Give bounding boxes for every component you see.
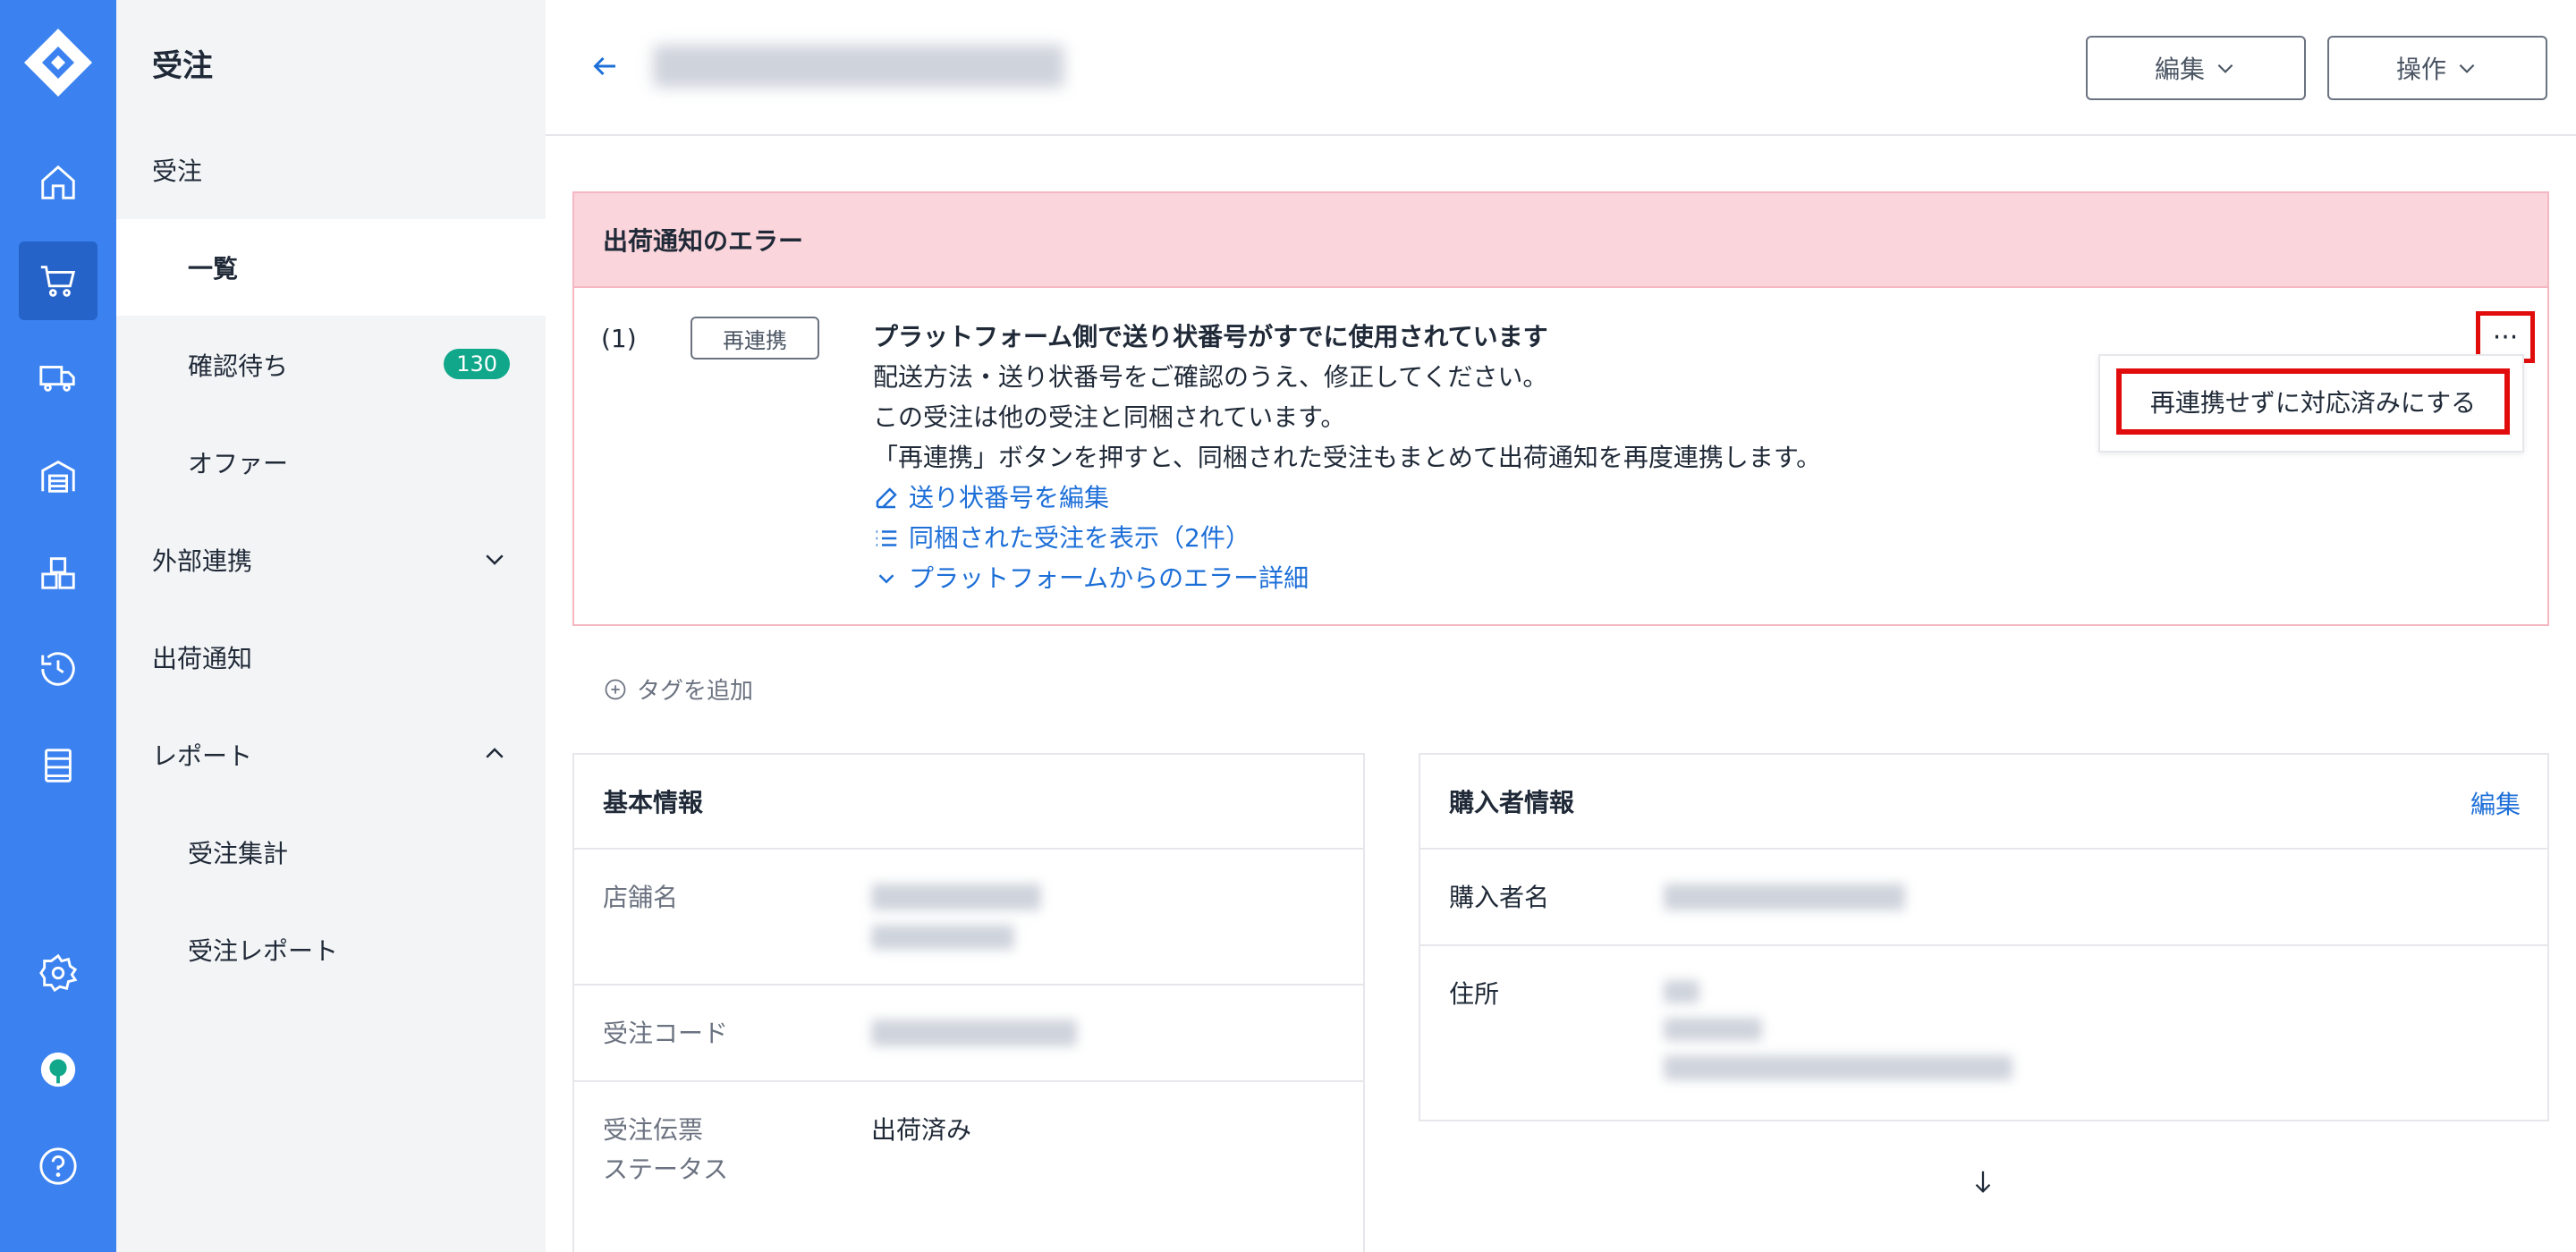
truck-icon[interactable] <box>19 338 97 417</box>
sidebar-item-label: 出荷通知 <box>152 644 253 673</box>
warehouse-icon[interactable] <box>19 436 97 515</box>
sidebar-item-shipping[interactable]: 出荷通知 <box>116 609 546 706</box>
redacted-value <box>871 925 1014 950</box>
redacted-value <box>871 884 1041 910</box>
field-label: 店舗名 <box>603 883 679 912</box>
sidebar-item-report[interactable]: レポート <box>116 706 546 803</box>
shipping-error-panel: 出荷通知のエラー (1) 再連携 プラットフォーム側で送り状番号がすでに使用され… <box>572 191 2549 626</box>
card-title: 購入者情報 編集 <box>1420 755 2547 850</box>
error-message: プラットフォーム側で送り状番号がすでに使用されています 配送方法・送り状番号をご… <box>873 317 1821 598</box>
chevron-up-icon <box>486 748 504 758</box>
sidebar-title: 受注 <box>152 48 213 84</box>
status-icon[interactable] <box>19 1030 97 1109</box>
show-bundled-orders-link[interactable]: 同梱された受注を表示（2件） <box>873 518 1821 558</box>
field-label: 受注コード <box>603 1019 729 1048</box>
info-row-store: 店舗名 <box>574 850 1363 986</box>
page-title-redacted <box>653 45 1064 88</box>
add-tag-button[interactable]: タグを追加 <box>603 673 753 706</box>
back-arrow-icon[interactable] <box>589 50 621 82</box>
sidebar-item-label: 一覧 <box>188 254 239 283</box>
sidebar-item-orders[interactable]: 受注 <box>116 122 546 218</box>
sidebar-item-offer[interactable]: オファー <box>116 414 546 511</box>
count-badge: 130 <box>444 349 510 379</box>
sidebar-item-label: レポート <box>152 741 253 771</box>
cart-icon[interactable] <box>19 241 97 320</box>
edit-dropdown-button[interactable]: 編集 <box>2086 36 2306 100</box>
edit-icon <box>876 486 897 508</box>
redacted-value <box>1664 980 1699 1003</box>
sidebar-item-label: オファー <box>188 449 289 478</box>
buyer-info-card: 購入者情報 編集 購入者名 住所 <box>1419 753 2549 1121</box>
sidebar-item-label: 受注 <box>152 156 203 186</box>
info-row-buyer-name: 購入者名 <box>1420 850 2547 946</box>
link-label: 同梱された受注を表示（2件） <box>909 523 1250 553</box>
sidebar-item-list[interactable]: 一覧 <box>116 219 546 316</box>
sidebar-item-pending[interactable]: 確認待ち 130 <box>116 317 546 413</box>
info-row-status: 受注伝票 ステータス 出荷済み <box>574 1082 1363 1252</box>
sidebar-item-label: 外部連携 <box>152 546 253 576</box>
database-icon[interactable] <box>19 726 97 805</box>
redacted-value <box>1664 1055 2012 1080</box>
page-header: 編集 操作 <box>546 0 2576 136</box>
field-label-line: ステータス <box>603 1155 729 1184</box>
info-row-address: 住所 <box>1420 946 2547 1116</box>
chevron-down-icon <box>486 554 504 565</box>
boxes-icon[interactable] <box>19 533 97 612</box>
home-icon[interactable] <box>19 143 97 222</box>
arrow-down-icon <box>1975 1171 1991 1193</box>
error-line: この受注は他の受注と同梱されています。 <box>873 402 1346 432</box>
field-label: 購入者名 <box>1449 883 1550 912</box>
history-icon[interactable] <box>19 630 97 708</box>
error-index: (1) <box>601 324 637 353</box>
error-line: 「再連携」ボタンを押すと、同梱された受注もまとめて出荷通知を再度連携します。 <box>873 443 1822 472</box>
sidebar: 受注 受注 一覧 確認待ち 130 オファー 外部連携 出荷通知 レポート 受注… <box>116 0 546 1252</box>
sidebar-item-label: 受注集計 <box>188 839 289 868</box>
help-icon[interactable] <box>19 1127 97 1205</box>
info-row-order-code: 受注コード <box>574 986 1363 1082</box>
status-value: 出荷済み <box>871 1115 972 1145</box>
field-label-line: 受注伝票 <box>603 1115 704 1145</box>
sidebar-item-integration[interactable]: 外部連携 <box>116 512 546 608</box>
settings-icon[interactable] <box>19 934 97 1012</box>
logo-icon[interactable] <box>22 27 94 98</box>
sidebar-item-label: 確認待ち <box>188 351 289 381</box>
error-message-title: プラットフォーム側で送り状番号がすでに使用されています <box>873 322 1548 351</box>
redacted-value <box>1664 1018 1762 1041</box>
chevron-down-icon <box>2217 63 2233 73</box>
card-title-label: 購入者情報 <box>1449 788 1575 817</box>
edit-button-label: 編集 <box>2154 55 2205 84</box>
sidebar-item-label: 受注レポート <box>188 936 339 966</box>
platform-error-details-link[interactable]: プラットフォームからのエラー詳細 <box>873 558 1821 598</box>
edit-buyer-link[interactable]: 編集 <box>2470 785 2521 821</box>
relink-button[interactable]: 再連携 <box>691 317 819 360</box>
operations-dropdown-button[interactable]: 操作 <box>2327 36 2547 100</box>
error-line: 配送方法・送り状番号をご確認のうえ、修正してください。 <box>873 362 1548 392</box>
chevron-down-icon <box>878 573 894 584</box>
icon-rail <box>0 0 116 1252</box>
edit-tracking-number-link[interactable]: 送り状番号を編集 <box>873 478 1821 518</box>
redacted-value <box>871 1019 1077 1046</box>
add-tag-label: タグを追加 <box>637 678 754 705</box>
card-title: 基本情報 <box>574 755 1363 850</box>
plus-circle-icon <box>605 679 626 699</box>
operations-button-label: 操作 <box>2395 55 2446 84</box>
field-label: 住所 <box>1449 979 1500 1009</box>
sidebar-item-order-summary[interactable]: 受注集計 <box>116 804 546 901</box>
basic-info-card: 基本情報 店舗名 受注コード 受注伝票 ステータス 出荷済み <box>572 753 1365 1252</box>
more-actions-menu: 再連携せずに対応済みにする <box>2098 354 2524 453</box>
error-panel-title: 出荷通知のエラー <box>574 193 2547 288</box>
chevron-down-icon <box>2459 63 2475 73</box>
field-label: 受注伝票 ステータス <box>603 1111 728 1189</box>
mark-resolved-menu-item[interactable]: 再連携せずに対応済みにする <box>2116 368 2510 435</box>
link-label: 送り状番号を編集 <box>909 483 1110 512</box>
link-label: プラットフォームからのエラー詳細 <box>909 563 1309 593</box>
list-icon <box>876 529 897 546</box>
sidebar-item-order-report[interactable]: 受注レポート <box>116 901 546 998</box>
redacted-value <box>1664 884 1905 910</box>
